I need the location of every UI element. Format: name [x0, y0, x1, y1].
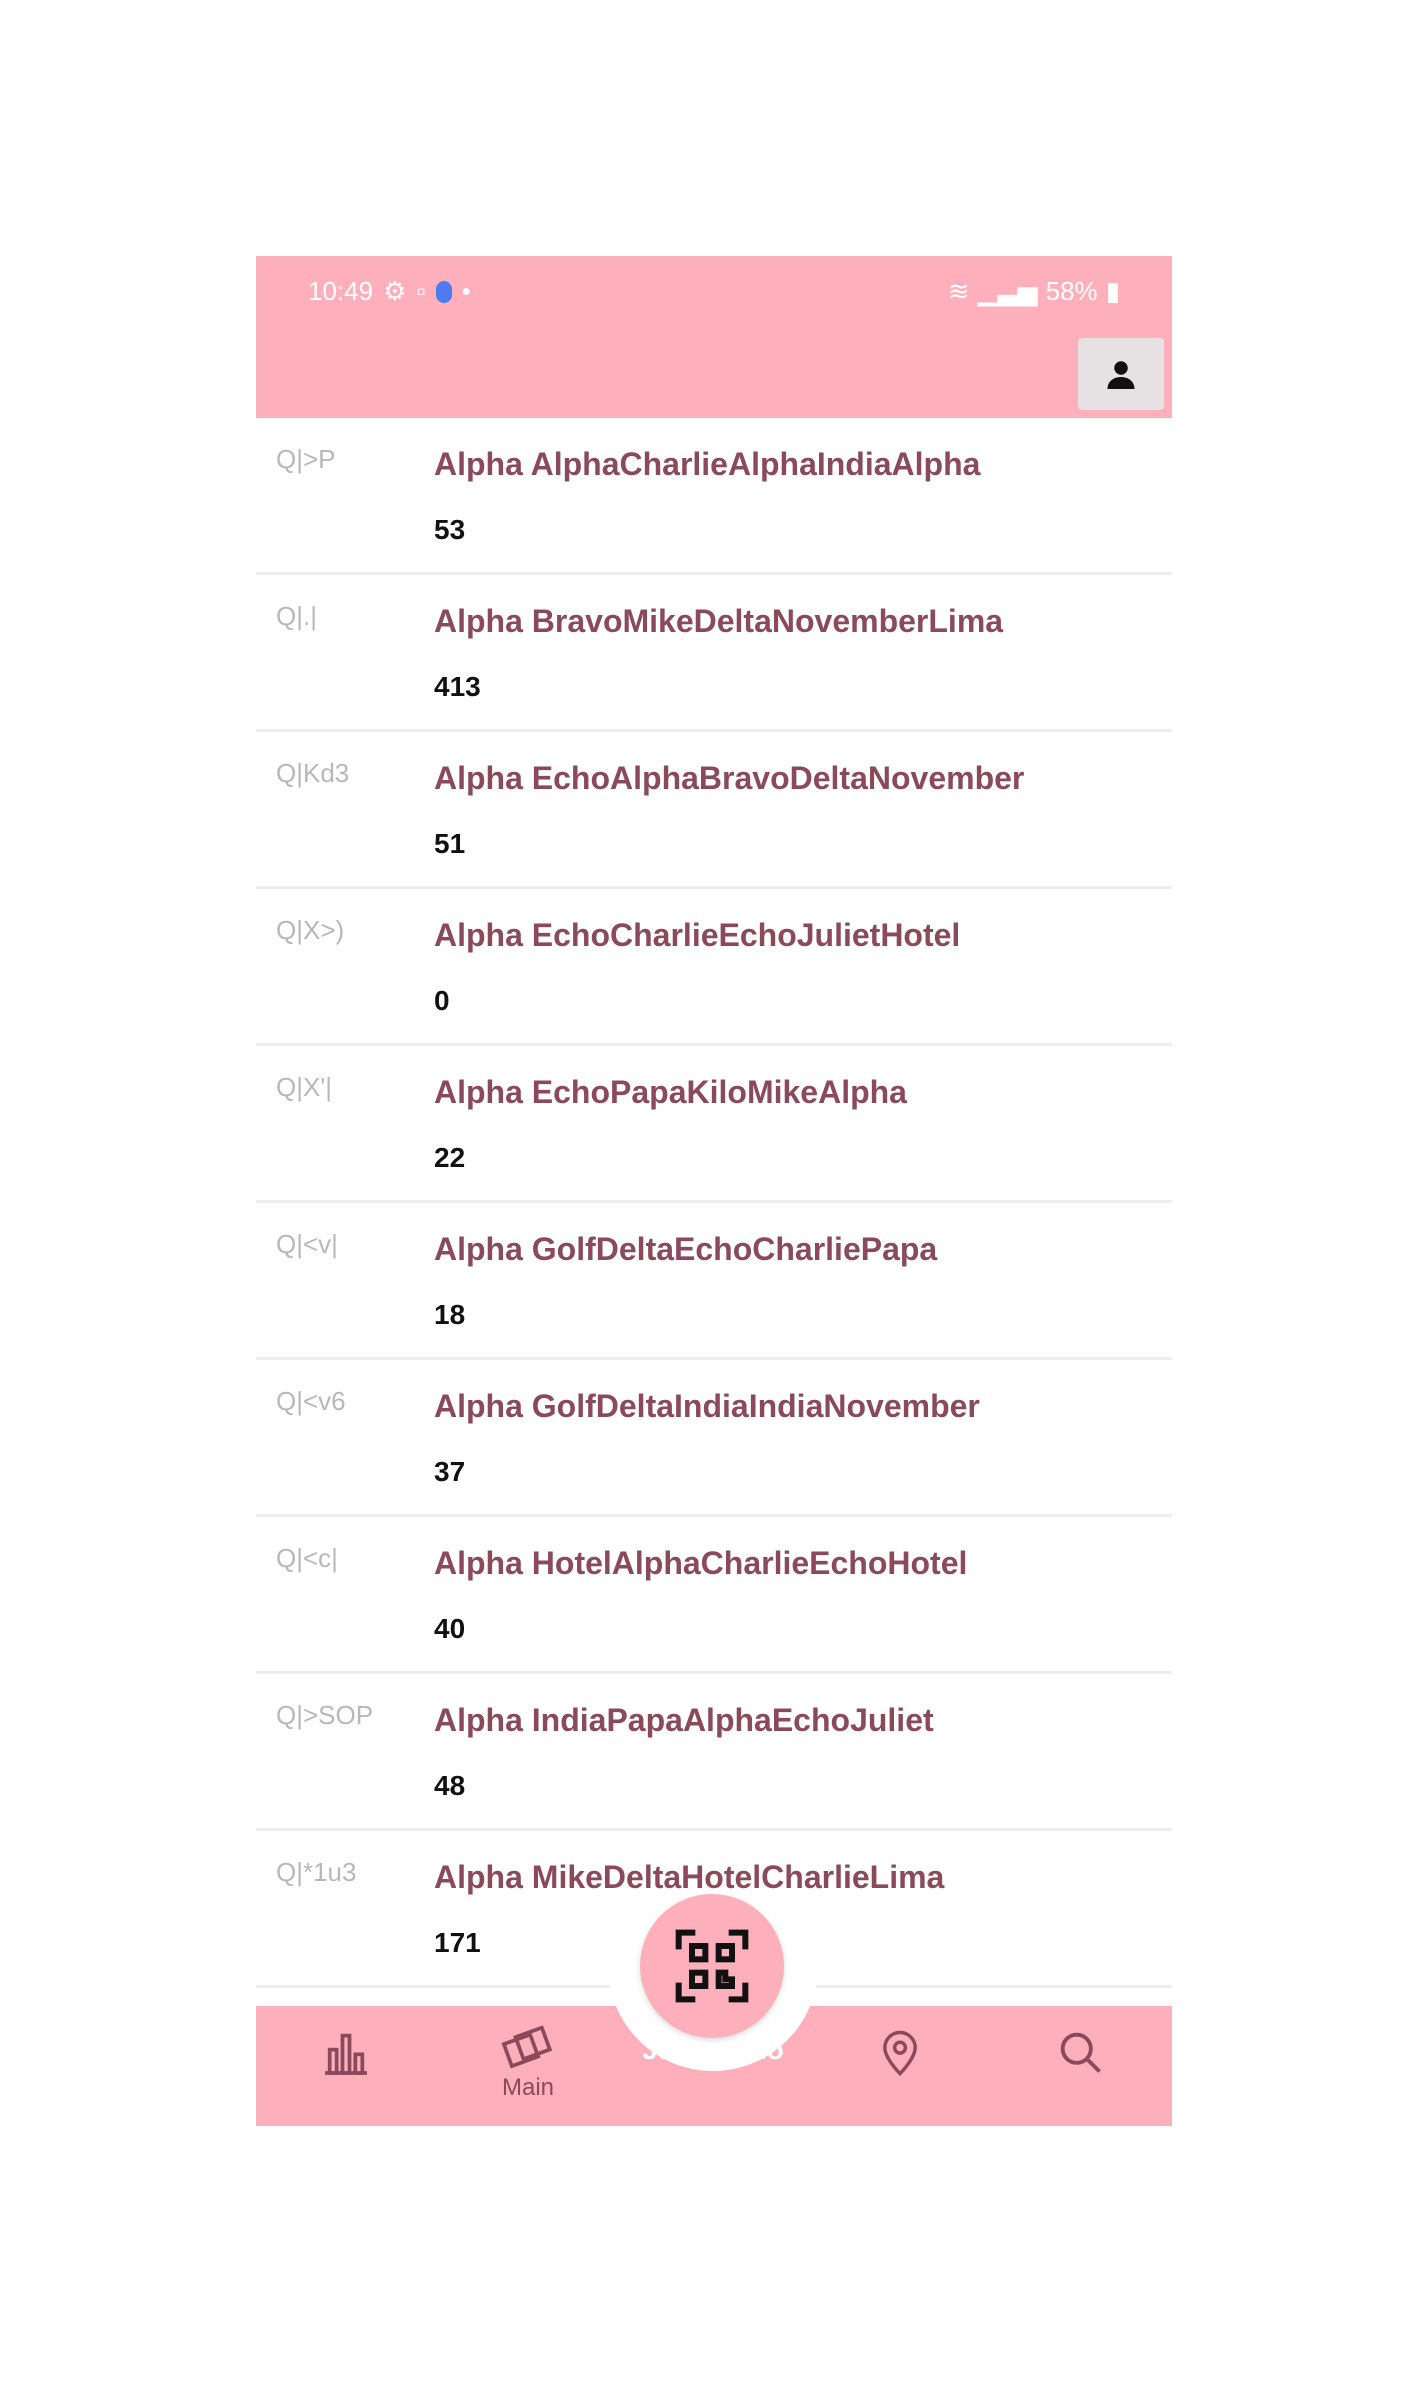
item-name: Alpha AlphaCharlieAlphaIndiaAlpha: [434, 446, 981, 482]
item-name: Alpha EchoAlphaBravoDeltaNovember: [434, 760, 1025, 796]
item-name: Alpha IndiaPapaAlphaEchoJuliet: [434, 1702, 934, 1738]
list-item[interactable]: Q|X'| Alpha EchoPapaKiloMikeAlpha 22: [256, 1046, 1172, 1203]
nav-location[interactable]: [874, 2024, 926, 2080]
location-pin-icon: [883, 2030, 917, 2077]
item-count: 0: [434, 985, 450, 1016]
item-code: Q|<v6: [276, 1386, 346, 1416]
item-code: Q|<c|: [276, 1543, 338, 1573]
item-list: Q|>P Alpha AlphaCharlieAlphaIndiaAlpha 5…: [256, 418, 1172, 1988]
battery-icon: ▮: [1105, 276, 1120, 306]
item-code: Q|*1u3: [276, 1857, 357, 1887]
nav-search[interactable]: [1054, 2024, 1106, 2080]
nav-main[interactable]: Main: [500, 2024, 556, 2102]
list-item[interactable]: Q|<v| Alpha GolfDeltaEchoCharliePapa 18: [256, 1203, 1172, 1360]
app-bar: 10:49 ⚙ ▫ • ≋ ▁▃▅ 58% ▮: [256, 256, 1172, 418]
status-time: 10:49: [308, 276, 374, 306]
item-count: 18: [434, 1299, 466, 1330]
item-name: Alpha MikeDeltaHotelCharlieLima: [434, 1859, 945, 1895]
item-count: 51: [434, 828, 466, 859]
item-code: Q|<v|: [276, 1229, 338, 1259]
wifi-icon: ≋: [947, 276, 970, 306]
item-count: 413: [434, 671, 481, 702]
item-code: Q|Kd3: [276, 758, 350, 788]
item-name: Alpha GolfDeltaIndiaIndiaNovember: [434, 1388, 980, 1424]
battery-percent: 58%: [1045, 276, 1098, 306]
app-screen: 10:49 ⚙ ▫ • ≋ ▁▃▅ 58% ▮ Q|>P Alpha Alpha…: [256, 256, 1172, 2126]
notification-icon: ▫: [416, 276, 426, 306]
nav-center-label: JulietEcho: [642, 2034, 784, 2065]
qr-scan-icon: [675, 1929, 749, 2003]
qr-scan-button[interactable]: [640, 1894, 784, 2038]
list-item[interactable]: Q|.| Alpha BravoMikeDeltaNovemberLima 41…: [256, 575, 1172, 732]
list-item[interactable]: Q|Kd3 Alpha EchoAlphaBravoDeltaNovember …: [256, 732, 1172, 889]
item-name: Alpha BravoMikeDeltaNovemberLima: [434, 603, 1004, 639]
item-count: 22: [434, 1142, 466, 1173]
signal-icon: ▁▃▅: [977, 276, 1038, 306]
item-code: Q|.|: [276, 601, 317, 631]
nav-stats[interactable]: [318, 2024, 374, 2080]
account-button[interactable]: [1078, 338, 1164, 410]
item-name: Alpha GolfDeltaEchoCharliePapa: [434, 1231, 938, 1267]
nav-main-label: Main: [501, 2074, 555, 2101]
item-code: Q|X>): [276, 915, 345, 945]
status-right: ≋ ▁▃▅ 58% ▮: [948, 276, 1120, 307]
item-name: Alpha EchoPapaKiloMikeAlpha: [434, 1074, 907, 1110]
item-name: Alpha EchoCharlieEchoJulietHotel: [434, 917, 961, 953]
status-left: 10:49 ⚙ ▫ •: [308, 276, 471, 307]
search-icon: [1060, 2032, 1101, 2073]
status-bar: 10:49 ⚙ ▫ • ≋ ▁▃▅ 58% ▮: [256, 256, 1172, 328]
list-item[interactable]: Q|<c| Alpha HotelAlphaCharlieEchoHotel 4…: [256, 1517, 1172, 1674]
person-icon: [1107, 361, 1135, 389]
list-item[interactable]: Q|<v6 Alpha GolfDeltaIndiaIndiaNovember …: [256, 1360, 1172, 1517]
list-item[interactable]: Q|>SOP Alpha IndiaPapaAlphaEchoJuliet 48: [256, 1674, 1172, 1831]
item-code: Q|X'|: [276, 1072, 333, 1102]
item-count: 37: [434, 1456, 466, 1487]
item-count: 40: [434, 1613, 466, 1644]
cards-icon: [501, 2025, 553, 2069]
messenger-icon: [435, 280, 452, 303]
more-dot-icon: •: [461, 276, 471, 306]
list-item[interactable]: Q|X>) Alpha EchoCharlieEchoJulietHotel 0: [256, 889, 1172, 1046]
item-code: Q|>SOP: [276, 1700, 374, 1730]
list-item[interactable]: Q|>P Alpha AlphaCharlieAlphaIndiaAlpha 5…: [256, 418, 1172, 575]
gear-icon: ⚙: [383, 276, 407, 306]
item-count: 48: [434, 1770, 466, 1801]
item-code: Q|>P: [276, 444, 336, 474]
item-count: 171: [434, 1927, 481, 1958]
item-name: Alpha HotelAlphaCharlieEchoHotel: [434, 1545, 968, 1581]
item-count: 53: [434, 514, 466, 545]
bar-chart-icon: [325, 2033, 367, 2075]
